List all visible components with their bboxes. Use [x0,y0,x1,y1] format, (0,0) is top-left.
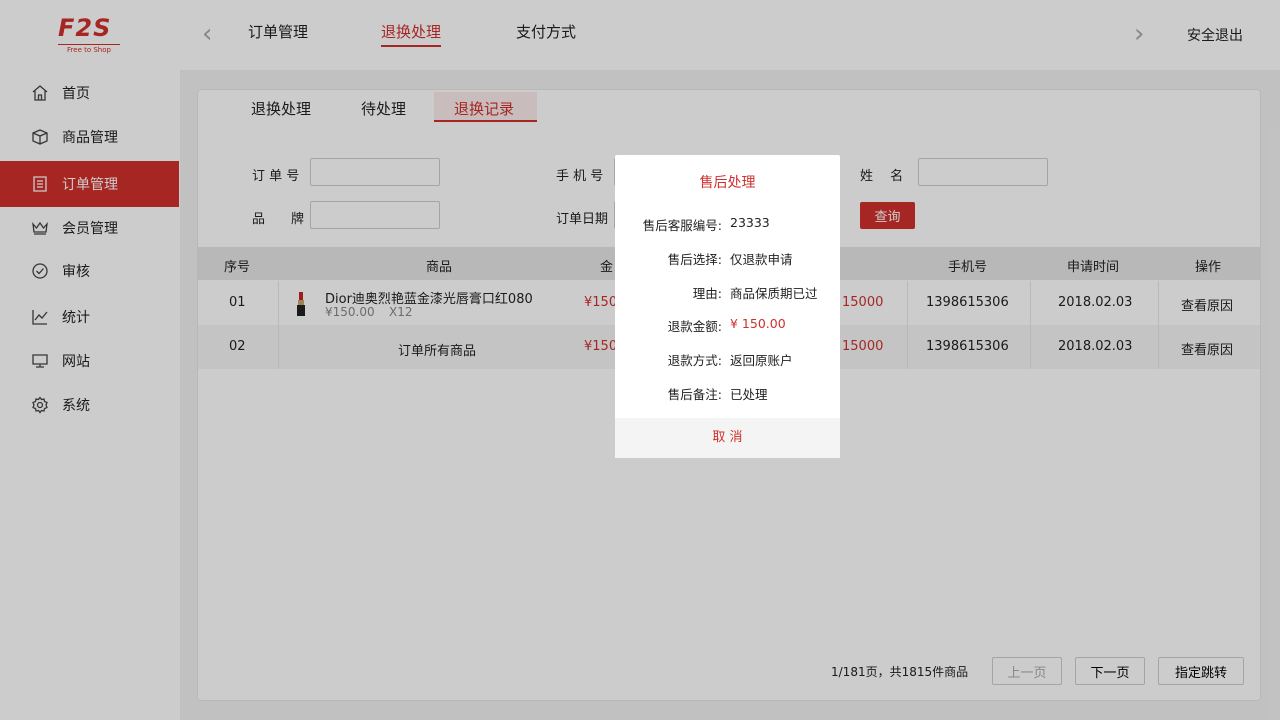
field-label: 售后选择: [667,252,722,267]
modal-field: 退款方式: 返回原账户 [615,350,840,370]
modal-field: 退款金额: ¥ 150.00 [615,316,840,336]
modal-field: 售后客服编号: 23333 [615,215,840,235]
cancel-button[interactable]: 取 消 [615,418,840,458]
field-label: 售后备注: [667,387,722,402]
field-value: 23333 [730,215,770,230]
refund-amount-value: ¥ 150.00 [730,316,786,331]
field-value: 商品保质期已过 [730,286,818,301]
field-value: 已处理 [730,387,768,402]
modal-field: 售后选择: 仅退款申请 [615,249,840,269]
field-value: 返回原账户 [730,353,793,368]
modal-field: 理由: 商品保质期已过 [615,283,840,303]
field-label: 退款方式: [667,353,722,368]
field-label: 退款金额: [667,319,722,334]
modal-field: 售后备注: 已处理 [615,384,840,404]
field-label: 售后客服编号: [642,218,722,233]
field-label: 理由: [692,286,722,301]
modal-title: 售后处理 [699,175,756,191]
after-sale-modal: 售后处理 售后客服编号: 23333 售后选择: 仅退款申请 理由: 商品保质期… [615,155,840,458]
field-value: 仅退款申请 [730,252,793,267]
